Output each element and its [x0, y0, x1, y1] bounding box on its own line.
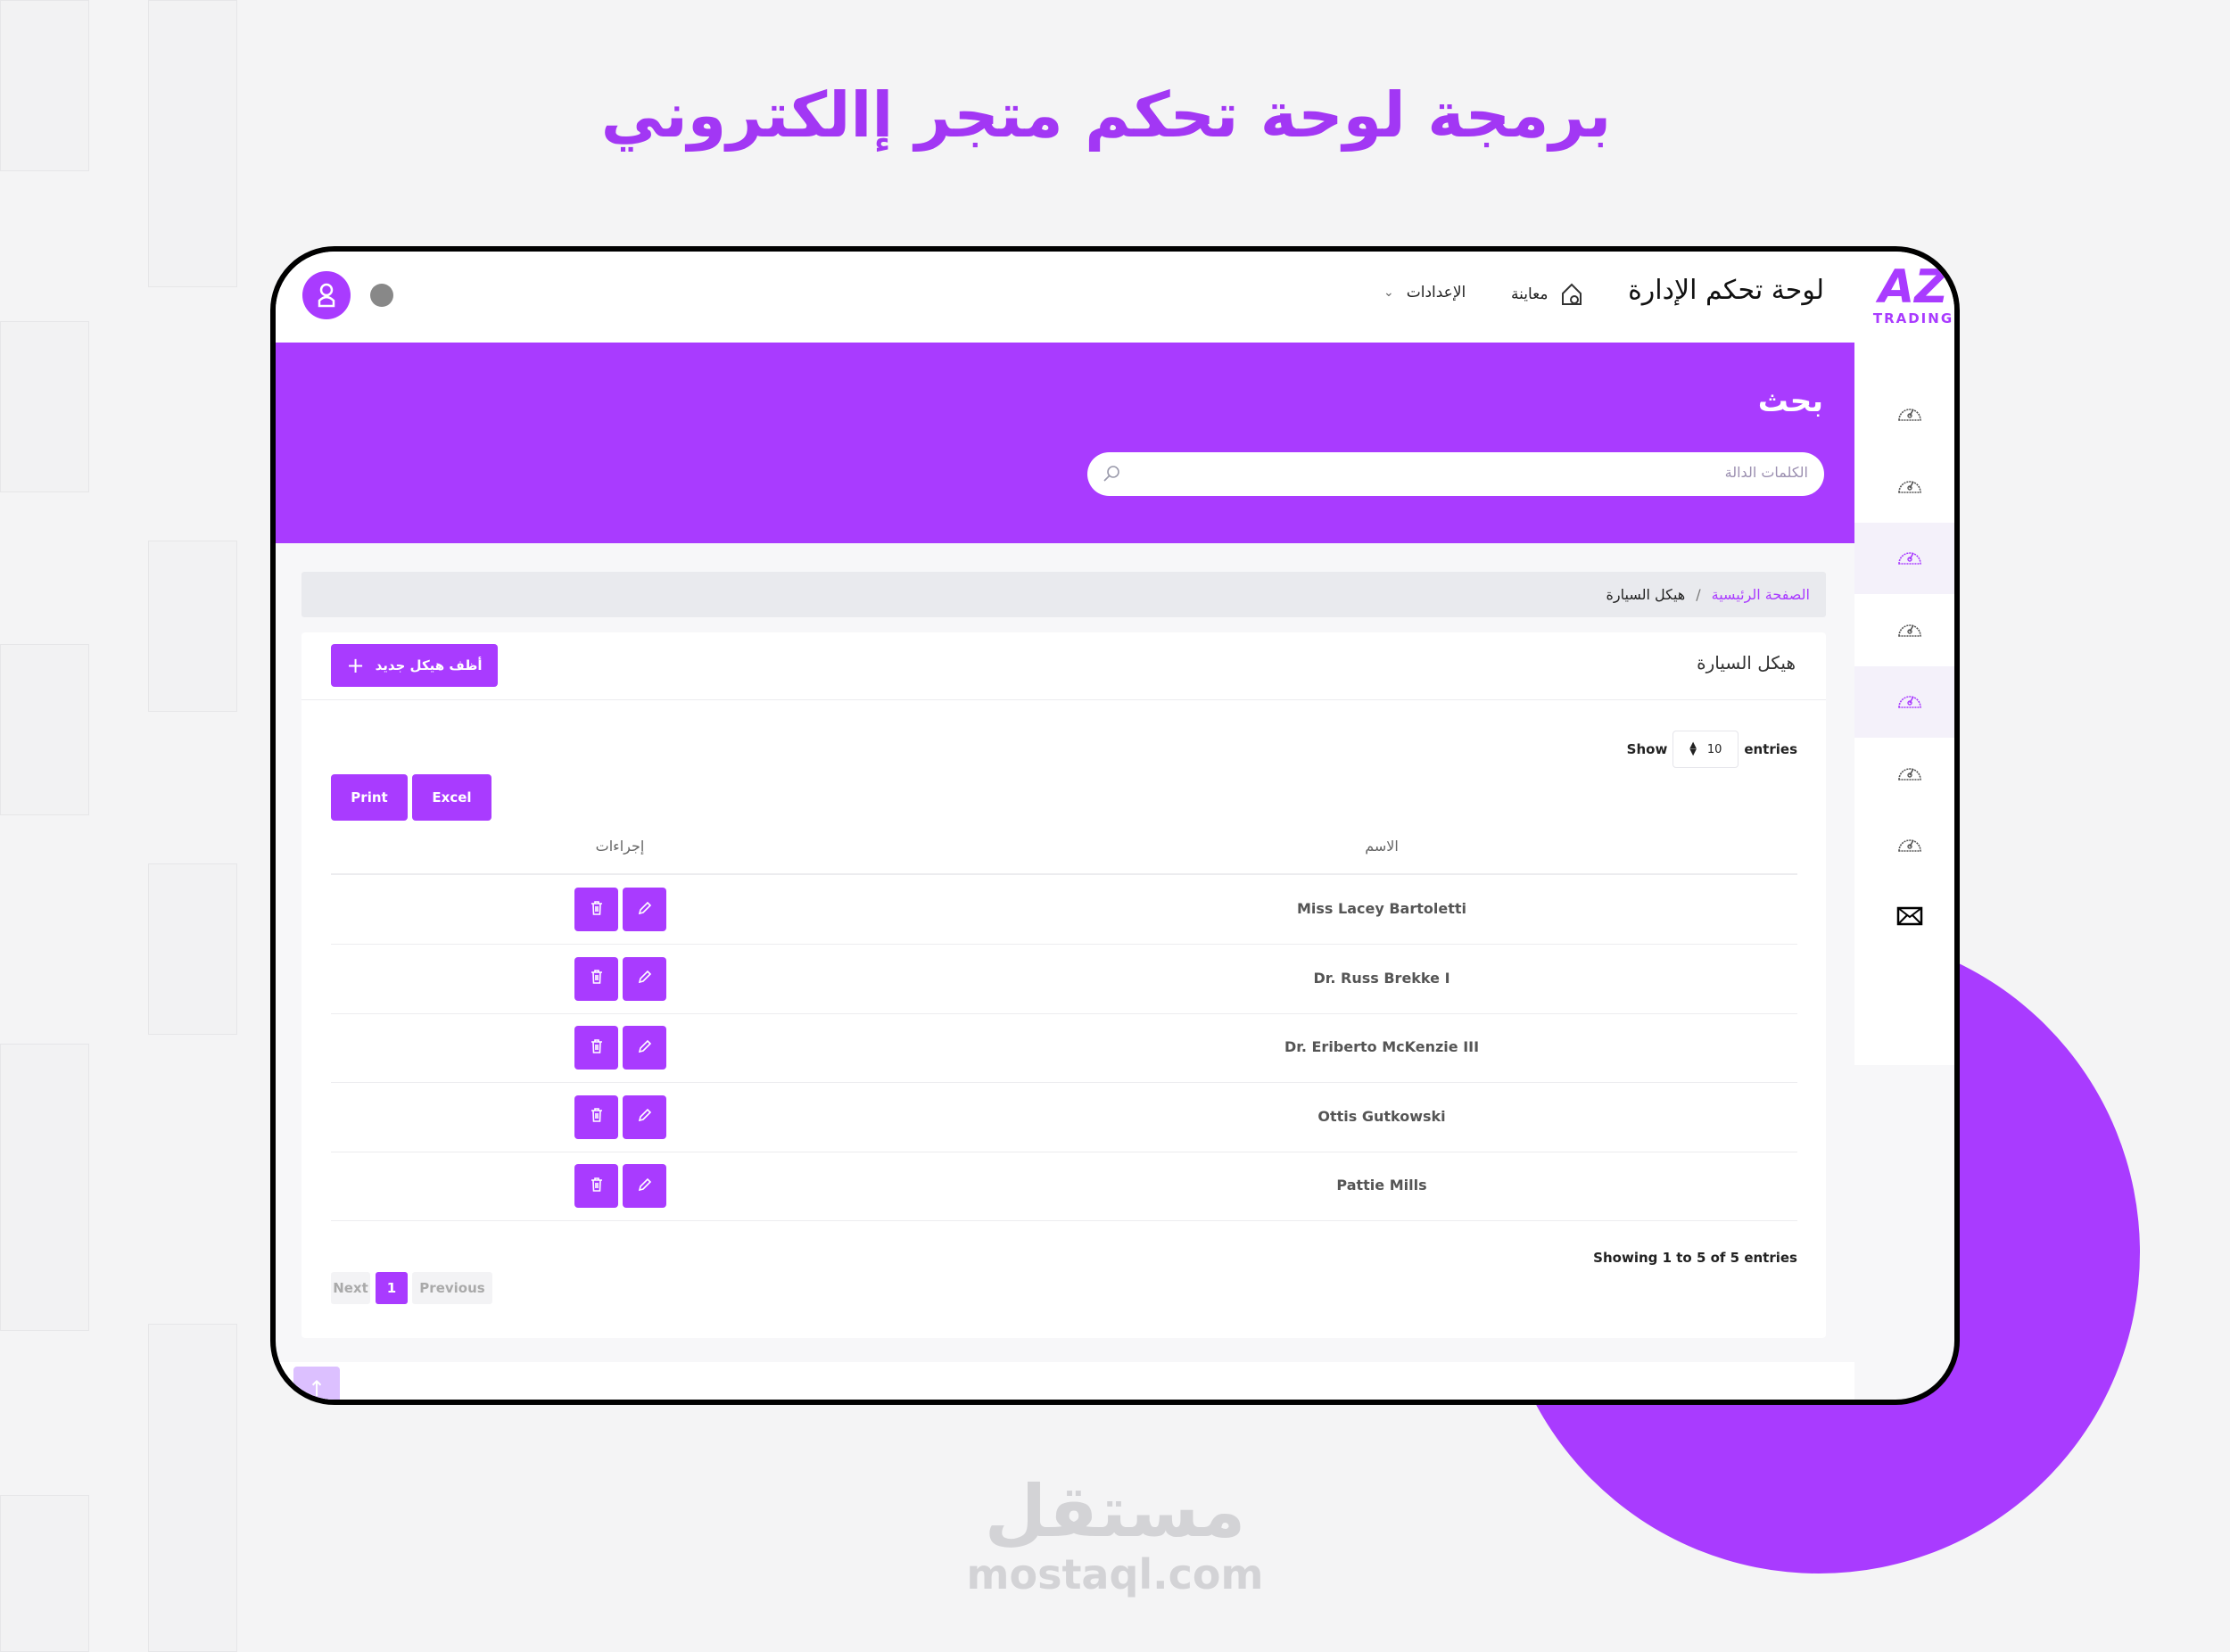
edit-button[interactable]	[623, 1164, 666, 1208]
background-decoration	[148, 863, 237, 1035]
table-row: Miss Lacey Bartoletti	[331, 875, 1797, 945]
excel-button[interactable]: Excel	[412, 774, 491, 821]
watermark: مستقل mostaql.com	[966, 1470, 1264, 1598]
column-actions: إجراءات	[595, 838, 645, 855]
speedometer-icon	[1896, 762, 1923, 787]
search-banner: بحث الكلمات الدالة	[276, 343, 1854, 543]
row-name: Miss Lacey Bartoletti	[1297, 900, 1466, 917]
table-row: Dr. Russ Brekke I	[331, 945, 1797, 1014]
search-input[interactable]: الكلمات الدالة	[1087, 452, 1824, 496]
speedometer-icon	[1896, 833, 1923, 858]
sidebar-item-3[interactable]	[1854, 523, 1954, 594]
divider	[301, 699, 1826, 700]
table-row: Pattie Mills	[331, 1152, 1797, 1221]
pencil-icon	[637, 1107, 653, 1127]
delete-button[interactable]	[574, 1026, 618, 1070]
sidebar-item-6[interactable]	[1854, 739, 1954, 810]
edit-button[interactable]	[623, 1026, 666, 1070]
card-title: هيكل السيارة	[1697, 652, 1796, 673]
background-decoration	[0, 1044, 89, 1331]
pencil-icon	[637, 1177, 653, 1196]
trash-icon	[590, 1107, 604, 1127]
speedometer-icon	[1896, 546, 1923, 571]
plus-icon: +	[346, 653, 365, 678]
footer	[276, 1362, 1854, 1400]
trash-icon	[590, 1038, 604, 1058]
background-decoration	[148, 1324, 237, 1652]
table-row: Ottis Gutkowski	[331, 1083, 1797, 1152]
trash-icon	[590, 969, 604, 988]
row-name: Pattie Mills	[1336, 1177, 1427, 1194]
edit-button[interactable]	[623, 1094, 666, 1139]
breadcrumb-home[interactable]: الصفحة الرئيسية	[1712, 586, 1810, 603]
content-card: هيكل السيارة أظف هيكل جديد + Show ▲ ▼ 10 en…	[301, 632, 1826, 1338]
delete-button[interactable]	[574, 888, 618, 931]
row-name: Ottis Gutkowski	[1317, 1107, 1446, 1125]
speedometer-icon	[1896, 402, 1923, 427]
pencil-icon	[637, 1038, 653, 1058]
speedometer-icon	[1896, 690, 1923, 714]
search-title: بحث	[1757, 384, 1823, 419]
print-button[interactable]: Print	[331, 774, 408, 821]
delete-button[interactable]	[574, 1094, 618, 1139]
background-decoration	[0, 321, 89, 492]
page-title: برمجة لوحة تحكم متجر إالكتروني	[600, 78, 1612, 152]
dashboard-title: لوحة تحكم الإدارة	[1628, 275, 1824, 306]
background-decoration	[148, 541, 237, 712]
home-icon	[1562, 283, 1582, 305]
pencil-icon	[637, 969, 653, 988]
breadcrumb-current: هيكل السيارة	[1606, 586, 1686, 603]
pagination-previous[interactable]: Previous	[412, 1272, 492, 1304]
delete-button[interactable]	[574, 956, 618, 1001]
delete-button[interactable]	[574, 1164, 618, 1208]
page-size-select[interactable]: ▲ ▼ 10	[1672, 731, 1739, 768]
pencil-icon	[637, 900, 653, 920]
user-icon	[318, 283, 335, 308]
device-frame: AZ TRADING لوحة تحكم الإدارة معاينة الإع…	[270, 246, 1960, 1405]
scroll-top-button[interactable]: ↑	[293, 1367, 340, 1401]
add-new-button[interactable]: أظف هيكل جديد +	[331, 644, 498, 687]
background-decoration	[0, 1495, 89, 1652]
mail-icon	[1896, 906, 1923, 929]
column-name: الاسم	[1365, 838, 1399, 855]
pagination-next[interactable]: Next	[331, 1272, 370, 1304]
pagination-page-1[interactable]: 1	[376, 1272, 408, 1304]
edit-button[interactable]	[623, 888, 666, 931]
sidebar-item-7[interactable]	[1854, 810, 1954, 881]
sidebar	[1854, 343, 1954, 1065]
top-header: AZ TRADING لوحة تحكم الإدارة معاينة الإع…	[276, 252, 1954, 343]
sidebar-item-1[interactable]	[1854, 379, 1954, 450]
arrow-up-icon: ↑	[307, 1376, 326, 1401]
sidebar-item-5[interactable]	[1854, 666, 1954, 738]
background-decoration	[0, 644, 89, 815]
table-row: Dr. Eriberto McKenzie III	[331, 1013, 1797, 1083]
sort-arrows-icon: ▲ ▼	[1689, 740, 1697, 757]
trash-icon	[590, 900, 604, 920]
language-flag-icon[interactable]	[370, 284, 393, 307]
avatar[interactable]	[302, 271, 351, 319]
table-header: الاسم إجراءات	[331, 834, 1797, 875]
table-info: Showing 1 to 5 of 5 entries	[1593, 1250, 1797, 1266]
sidebar-item-4[interactable]	[1854, 595, 1954, 666]
row-name: Dr. Eriberto McKenzie III	[1284, 1038, 1480, 1055]
chevron-down-icon: ⌄	[1383, 285, 1394, 300]
sidebar-item-8[interactable]	[1854, 882, 1954, 954]
settings-dropdown[interactable]: الإعدادات ⌄	[1383, 284, 1466, 301]
speedometer-icon	[1896, 618, 1923, 643]
breadcrumb: الصفحة الرئيسية / هيكل السيارة	[301, 572, 1826, 617]
preview-link[interactable]: معاينة	[1511, 282, 1583, 307]
sidebar-item-2[interactable]	[1854, 451, 1954, 523]
search-icon	[1103, 466, 1119, 482]
edit-button[interactable]	[623, 956, 666, 1001]
speedometer-icon	[1896, 475, 1923, 500]
trash-icon	[590, 1177, 604, 1196]
row-name: Dr. Russ Brekke I	[1313, 969, 1450, 987]
logo[interactable]: AZ TRADING	[1862, 264, 1954, 326]
page-size-control: Show ▲ ▼ 10 entries	[1627, 731, 1797, 768]
